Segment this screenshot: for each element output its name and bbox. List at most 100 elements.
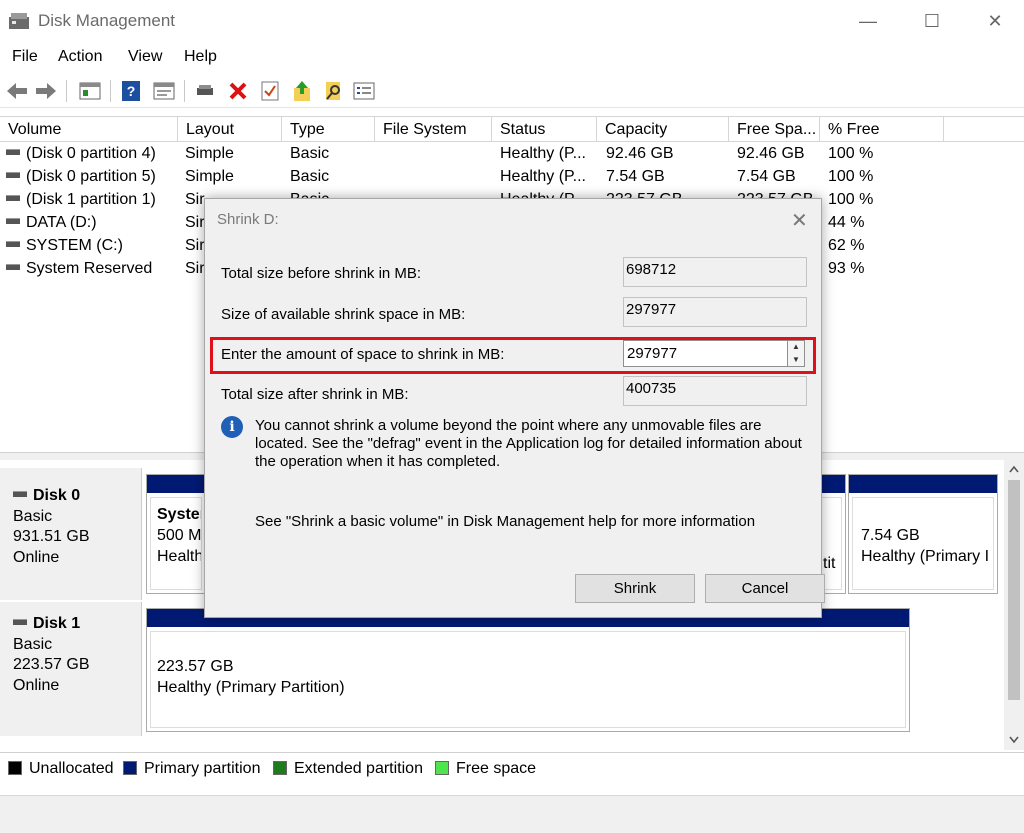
- menu-help[interactable]: Help: [184, 48, 217, 66]
- drive-icon: [6, 217, 20, 224]
- dialog-close-button[interactable]: ✕: [791, 208, 808, 233]
- svg-text:?: ?: [127, 83, 136, 99]
- drive-icon: [6, 171, 20, 178]
- scroll-up-icon[interactable]: [1009, 465, 1019, 473]
- layout-cell: Sir: [185, 214, 205, 231]
- partition-status: Healthy: [157, 548, 201, 565]
- info-icon: i: [221, 416, 243, 438]
- drive-icon: [13, 490, 27, 497]
- cancel-button[interactable]: Cancel: [705, 574, 825, 603]
- column-header-capacity[interactable]: Capacity: [597, 117, 729, 142]
- legend-label: Free space: [456, 760, 537, 777]
- partition-disk0-part5[interactable]: 7.54 GB Healthy (Primary I: [848, 474, 998, 594]
- menu-action[interactable]: Action: [58, 48, 102, 66]
- volume-name: (Disk 1 partition 1): [26, 191, 156, 208]
- list-view-icon[interactable]: [352, 79, 376, 103]
- up-folder-icon[interactable]: [290, 79, 314, 103]
- legend-item-unallocated: Unallocated: [8, 760, 114, 778]
- toolbar-separator: [184, 80, 185, 102]
- volume-list-header: Volume Layout Type File System Status Ca…: [0, 116, 1024, 142]
- back-arrow-icon[interactable]: [5, 79, 29, 103]
- delete-icon[interactable]: [226, 79, 250, 103]
- legend-item-free-space: Free space: [435, 760, 536, 778]
- close-button[interactable]: ✕: [965, 6, 1024, 36]
- drive-icon: [6, 148, 20, 155]
- total-before-label: Total size before shrink in MB:: [221, 265, 422, 282]
- layout-cell: Simple: [185, 145, 234, 162]
- status-bar: [0, 795, 1024, 833]
- partition-status: tit: [823, 555, 836, 572]
- partition-details: 223.57 GB Healthy (Primary Partition): [150, 631, 906, 728]
- partition-details: 7.54 GB Healthy (Primary I: [852, 497, 994, 590]
- disk-0-label[interactable]: Disk 0 Basic 931.51 GB Online: [0, 468, 142, 600]
- shrink-dialog: Shrink D: ✕ Total size before shrink in …: [204, 198, 825, 618]
- minimize-button[interactable]: —: [838, 6, 898, 36]
- toolbar-separator: [66, 80, 67, 102]
- disk-state: Online: [13, 548, 60, 566]
- capacity-cell: 7.54 GB: [606, 168, 665, 185]
- legend-item-primary: Primary partition: [123, 760, 260, 778]
- maximize-button[interactable]: ☐: [902, 6, 962, 36]
- shrink-button[interactable]: Shrink: [575, 574, 695, 603]
- menu-file[interactable]: File: [12, 48, 38, 66]
- capacity-cell: 92.46 GB: [606, 145, 674, 162]
- column-header-file-system[interactable]: File System: [375, 117, 492, 142]
- percent-free-cell: 100 %: [828, 168, 874, 185]
- info-message: You cannot shrink a volume beyond the po…: [255, 417, 802, 470]
- column-header-status[interactable]: Status: [492, 117, 597, 142]
- layout-cell: Sir: [185, 237, 205, 254]
- disk-name: Disk 0: [33, 487, 81, 504]
- disk-size: 931.51 GB: [13, 528, 90, 545]
- shrink-amount-input[interactable]: [623, 340, 789, 367]
- percent-free-cell: 100 %: [828, 145, 874, 162]
- primary-swatch: [123, 761, 137, 775]
- scroll-thumb[interactable]: [1008, 480, 1020, 700]
- volume-name: (Disk 0 partition 4): [26, 145, 156, 162]
- spin-up-icon[interactable]: ▲: [788, 341, 804, 353]
- shrink-amount-spinner[interactable]: ▲ ▼: [787, 340, 805, 367]
- connect-icon[interactable]: [194, 79, 218, 103]
- column-header-layout[interactable]: Layout: [178, 117, 282, 142]
- available-space-label: Size of available shrink space in MB:: [221, 306, 466, 323]
- legend-label: Primary partition: [144, 760, 261, 777]
- help-message: See "Shrink a basic volume" in Disk Mana…: [255, 513, 756, 530]
- disk-kind: Basic: [13, 507, 53, 525]
- window-title: Disk Management: [38, 11, 176, 30]
- search-icon[interactable]: [322, 79, 346, 103]
- table-row[interactable]: (Disk 0 partition 5) Simple Basic Health…: [0, 166, 1024, 189]
- check-icon[interactable]: [258, 79, 282, 103]
- disk-management-icon: [9, 13, 29, 29]
- volume-name: DATA (D:): [26, 214, 97, 231]
- volume-name: (Disk 0 partition 5): [26, 168, 156, 185]
- disk-state: Online: [13, 676, 60, 694]
- column-header-volume[interactable]: Volume: [0, 117, 178, 142]
- partition-size: 223.57 GB: [157, 658, 234, 675]
- percent-free-cell: 44 %: [828, 214, 865, 231]
- scroll-down-icon[interactable]: [1009, 736, 1019, 744]
- column-header-percent-free[interactable]: % Free: [820, 117, 944, 142]
- menu-view[interactable]: View: [128, 48, 162, 66]
- table-row[interactable]: (Disk 0 partition 4) Simple Basic Health…: [0, 143, 1024, 166]
- layout-cell: Sir: [185, 191, 205, 208]
- column-header-free-space[interactable]: Free Spa...: [729, 117, 820, 142]
- column-header-type[interactable]: Type: [282, 117, 375, 142]
- free-space-cell: 7.54 GB: [737, 168, 796, 185]
- disk-size: 223.57 GB: [13, 656, 90, 673]
- console-tree-icon[interactable]: [78, 79, 102, 103]
- properties-icon[interactable]: [152, 79, 176, 103]
- help-icon[interactable]: ?: [119, 79, 143, 103]
- partition-details: System 500 MB Healthy: [150, 497, 202, 590]
- partition-disk1-part1[interactable]: 223.57 GB Healthy (Primary Partition): [146, 608, 910, 732]
- title-bar: Disk Management — ☐ ✕: [0, 0, 1024, 42]
- spin-down-icon[interactable]: ▼: [788, 354, 804, 366]
- forward-arrow-icon[interactable]: [34, 79, 58, 103]
- total-before-field: 698712: [623, 257, 807, 287]
- disk-1-label[interactable]: Disk 1 Basic 223.57 GB Online: [0, 602, 142, 736]
- drive-icon: [6, 263, 20, 270]
- disk-map-scrollbar[interactable]: [1004, 460, 1024, 750]
- percent-free-cell: 62 %: [828, 237, 865, 254]
- toolbar: ?: [0, 74, 1024, 108]
- partition-system[interactable]: System 500 MB Healthy: [146, 474, 206, 594]
- drive-icon: [13, 618, 27, 625]
- partition-status: Healthy (Primary Partition): [157, 679, 345, 696]
